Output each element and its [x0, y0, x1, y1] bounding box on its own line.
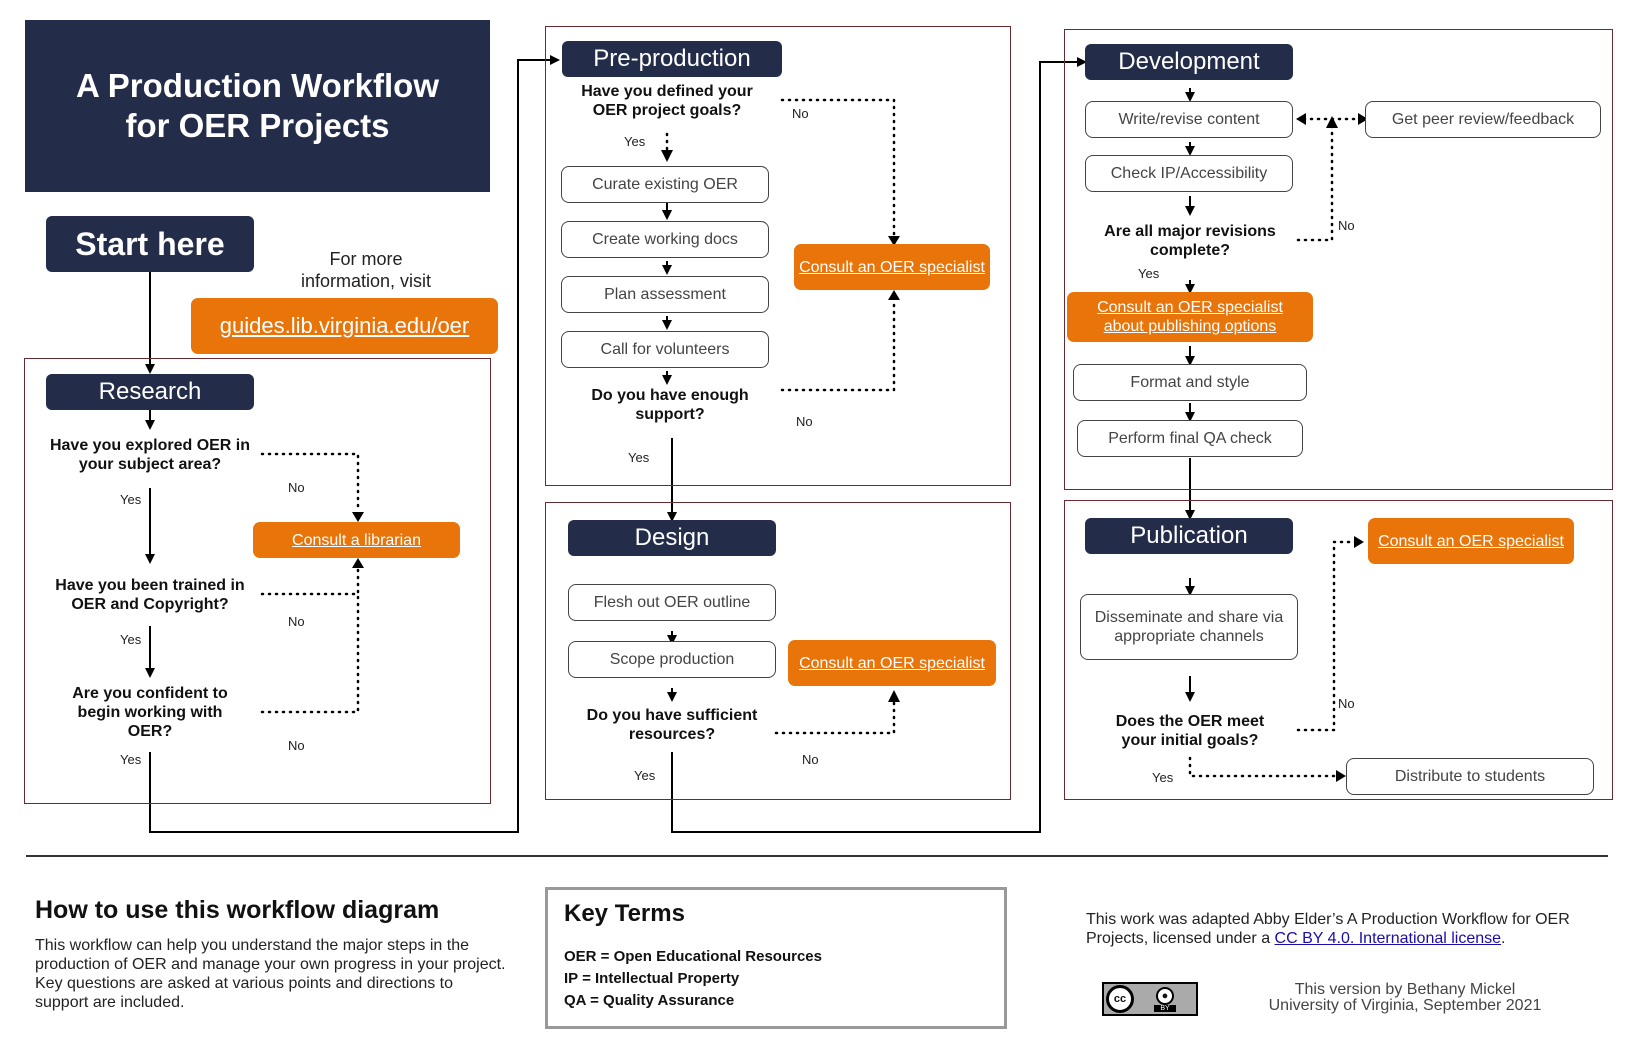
guides-link[interactable]: guides.lib.virginia.edu/oer	[220, 313, 470, 339]
no-label: No	[288, 738, 305, 753]
step-scope-production: Scope production	[568, 641, 776, 678]
consult-oer-specialist-publication-button[interactable]: Consult an OER specialist	[1368, 518, 1574, 564]
step-write-revise-content: Write/revise content	[1085, 101, 1293, 138]
title-line-2: for OER Projects	[125, 107, 390, 144]
yes-label: Yes	[120, 632, 142, 647]
step-format-and-style: Format and style	[1073, 364, 1307, 401]
step-distribute-to-students: Distribute to students	[1346, 758, 1594, 795]
no-label: No	[796, 414, 813, 429]
by-icon: ● BY	[1134, 986, 1196, 1012]
no-label: No	[288, 614, 305, 629]
step-disseminate-and-share: Disseminate and share via appropriate ch…	[1080, 594, 1298, 660]
more-info-text: For more information, visit	[280, 248, 452, 292]
step-call-for-volunteers: Call for volunteers	[561, 331, 769, 368]
stage-preproduction: Pre-production	[562, 41, 782, 77]
research-question-1: Have you explored OER in your subject ar…	[49, 437, 251, 473]
version-line-1: This version by Bethany Mickel	[1294, 981, 1516, 998]
design-question-1: Do you have sufficient resources?	[586, 707, 758, 743]
yes-label: Yes	[628, 450, 650, 465]
key-term-oer: OER = Open Educational Resources	[564, 948, 822, 965]
step-perform-final-qa-check: Perform final QA check	[1077, 420, 1303, 457]
more-info-line-1: For more	[329, 249, 403, 269]
start-here-badge: Start here	[46, 216, 254, 272]
preproduction-question-1: Have you defined your OER project goals?	[581, 83, 753, 119]
key-term-qa: QA = Quality Assurance	[564, 992, 735, 1009]
cc-icon: cc	[1106, 985, 1134, 1013]
consult-oer-specialist-design-button[interactable]: Consult an OER specialist	[788, 640, 996, 686]
no-label: No	[1338, 218, 1355, 233]
title-line-1: A Production Workflow	[76, 67, 439, 104]
yes-label: Yes	[634, 768, 656, 783]
step-curate-existing-oer: Curate existing OER	[561, 166, 769, 203]
step-flesh-out-oer-outline: Flesh out OER outline	[568, 584, 776, 621]
no-label: No	[792, 106, 809, 121]
consult-oer-specialist-publishing-link[interactable]: Consult an OER specialist about publishi…	[1085, 298, 1295, 336]
more-info-line-2: information, visit	[300, 271, 432, 291]
step-create-working-docs: Create working docs	[561, 221, 769, 258]
research-question-2: Have you been trained in OER and Copyrig…	[55, 577, 245, 613]
consult-oer-specialist-preproduction-button[interactable]: Consult an OER specialist	[794, 244, 990, 290]
no-label: No	[802, 752, 819, 767]
step-plan-assessment: Plan assessment	[561, 276, 769, 313]
key-terms-heading: Key Terms	[564, 900, 685, 927]
yes-label: Yes	[120, 492, 142, 507]
version-line-2: University of Virginia, September 2021	[1268, 997, 1542, 1014]
preproduction-question-2: Do you have enough support?	[591, 387, 749, 423]
key-terms-box: Key Terms OER = Open Educational Resourc…	[545, 887, 1007, 1029]
stage-development: Development	[1085, 44, 1293, 80]
how-to-heading: How to use this workflow diagram	[35, 896, 440, 924]
step-get-peer-review: Get peer review/feedback	[1365, 101, 1601, 138]
title-banner: A Production Workflow for OER Projects	[25, 20, 490, 192]
research-question-3: Are you confident to begin working with …	[72, 685, 228, 740]
stage-research: Research	[46, 374, 254, 410]
yes-label: Yes	[1138, 266, 1160, 281]
person-icon: ●	[1156, 986, 1174, 1005]
no-label: No	[288, 480, 305, 495]
yes-label: Yes	[120, 752, 142, 767]
consult-oer-specialist-publishing-button[interactable]: Consult an OER specialist about publishi…	[1067, 292, 1313, 342]
publication-question-1: Does the OER meet your initial goals?	[1115, 713, 1265, 749]
version-credit: This version by Bethany Mickel Universit…	[1240, 982, 1570, 1014]
by-label: BY	[1154, 1004, 1176, 1012]
attribution-suffix: .	[1501, 930, 1506, 947]
stage-publication: Publication	[1085, 518, 1293, 554]
consult-librarian-button[interactable]: Consult a librarian	[253, 522, 460, 558]
step-check-ip-accessibility: Check IP/Accessibility	[1085, 155, 1293, 192]
cc-by-badge: cc ● BY	[1102, 982, 1198, 1016]
consult-oer-specialist-link[interactable]: Consult an OER specialist	[1378, 532, 1564, 551]
key-term-ip: IP = Intellectual Property	[564, 970, 740, 987]
guides-link-button[interactable]: guides.lib.virginia.edu/oer	[191, 298, 498, 354]
license-link[interactable]: CC BY 4.0. International license	[1275, 930, 1502, 947]
stage-design: Design	[568, 520, 776, 556]
consult-librarian-link[interactable]: Consult a librarian	[292, 531, 421, 550]
how-to-body: This workflow can help you understand th…	[35, 937, 506, 1011]
yes-label: Yes	[1152, 770, 1174, 785]
attribution-text: This work was adapted Abby Elder’s A Pro…	[1086, 910, 1606, 948]
section-divider	[26, 855, 1608, 857]
development-question-1: Are all major revisions complete?	[1104, 223, 1276, 259]
yes-label: Yes	[624, 134, 646, 149]
consult-oer-specialist-link[interactable]: Consult an OER specialist	[799, 654, 985, 673]
no-label: No	[1338, 696, 1355, 711]
consult-oer-specialist-link[interactable]: Consult an OER specialist	[799, 258, 985, 277]
key-terms-list: OER = Open Educational Resources IP = In…	[564, 946, 822, 1012]
